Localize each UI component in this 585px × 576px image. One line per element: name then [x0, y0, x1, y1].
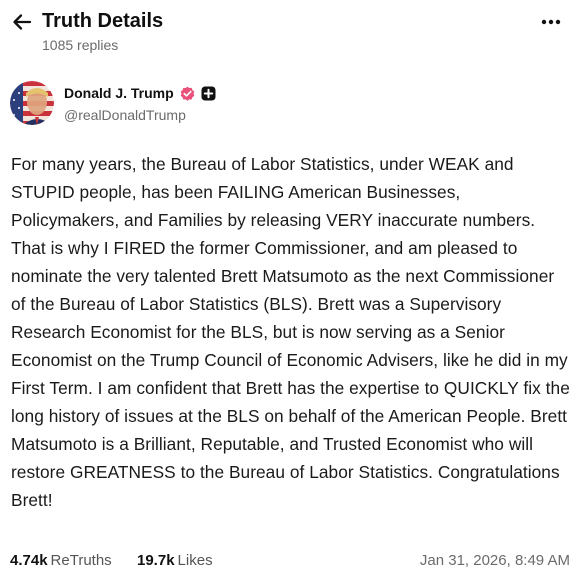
more-options-button[interactable]	[537, 10, 565, 34]
post-body-text: For many years, the Bureau of Labor Stat…	[11, 154, 570, 510]
avatar[interactable]	[10, 81, 54, 125]
retruths-label: ReTruths	[50, 552, 112, 569]
avatar-image	[10, 81, 54, 125]
author-name[interactable]: Donald J. Trump	[64, 85, 174, 101]
author-handle[interactable]: @realDonaldTrump	[64, 107, 186, 123]
plus-badge-icon	[201, 86, 216, 100]
page-title: Truth Details	[42, 10, 164, 32]
retruths-count: 4.74k	[10, 552, 48, 569]
header: Truth Details 1085 replies	[0, 0, 585, 62]
verified-badge-icon	[180, 86, 194, 101]
likes-label: Likes	[177, 552, 213, 569]
truth-details-page: Truth Details 1085 replies Donald J. Tru…	[0, 0, 585, 576]
more-horizontal-icon	[541, 19, 561, 25]
likes-count: 19.7k	[137, 552, 175, 569]
author-name-row: Donald J. Trump	[64, 84, 216, 102]
likes-stat[interactable]: 19.7k Likes	[137, 551, 213, 571]
reply-count: 1085 replies	[42, 37, 119, 53]
post-timestamp: Jan 31, 2026, 8:49 AM	[419, 552, 570, 569]
retruths-stat[interactable]: 4.74k ReTruths	[10, 551, 112, 571]
post-author: Donald J. Trump @realDonaldTrump	[0, 80, 585, 128]
back-button[interactable]	[8, 8, 36, 36]
post-stats: 4.74k ReTruths 19.7k Likes Jan 31, 2026, 8…	[10, 551, 570, 573]
arrow-left-icon	[13, 14, 32, 30]
